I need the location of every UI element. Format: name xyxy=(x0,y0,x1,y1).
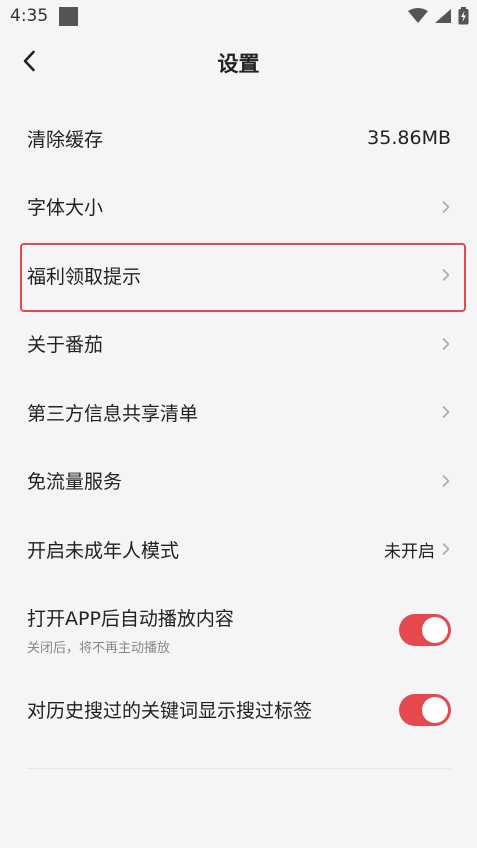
toggle-knob xyxy=(422,696,448,723)
minor-mode-right: 未开启 xyxy=(384,537,451,562)
status-icons xyxy=(408,7,469,25)
free-data-service-right xyxy=(441,473,451,489)
notification-icon xyxy=(59,7,78,26)
status-time: 4:35 xyxy=(10,6,49,26)
about-right xyxy=(441,336,451,352)
about-row[interactable]: 关于番茄 xyxy=(0,310,477,379)
search-history-tags-row: 对历史搜过的关键词显示搜过标签 xyxy=(0,676,477,745)
search-history-tags-label: 对历史搜过的关键词显示搜过标签 xyxy=(27,700,313,723)
wifi-icon xyxy=(408,8,428,23)
free-data-service-row[interactable]: 免流量服务 xyxy=(0,447,477,516)
font-size-row[interactable]: 字体大小 xyxy=(0,173,477,242)
chevron-right-icon xyxy=(442,337,450,350)
cache-size-value: 35.86MB xyxy=(367,127,451,150)
clear-cache-right: 35.86MB xyxy=(367,127,451,149)
nav-bar: 设置 xyxy=(0,34,477,90)
welfare-reminder-label: 福利领取提示 xyxy=(27,265,142,288)
autoplay-right xyxy=(399,613,451,646)
autoplay-sublabel: 关闭后，将不再主动播放 xyxy=(27,640,171,656)
font-size-right xyxy=(441,199,451,215)
chevron-right-icon xyxy=(442,269,450,282)
third-party-list-right xyxy=(441,404,451,420)
settings-list: 清除缓存 35.86MB 字体大小 福利领取提示 关于番茄 第三方信息共享清单 xyxy=(0,104,477,744)
welfare-reminder-right xyxy=(441,267,451,283)
search-history-tags-right xyxy=(399,693,451,726)
third-party-list-label: 第三方信息共享清单 xyxy=(27,402,199,425)
battery-charging-icon xyxy=(458,7,469,25)
page-title: 设置 xyxy=(217,52,260,76)
autoplay-label: 打开APP后自动播放内容 xyxy=(27,607,234,630)
autoplay-text: 打开APP后自动播放内容 关闭后，将不再主动播放 xyxy=(27,604,234,656)
clear-cache-label: 清除缓存 xyxy=(27,128,104,151)
chevron-right-icon xyxy=(442,200,450,213)
signal-icon xyxy=(435,9,451,23)
toggle-knob xyxy=(422,616,448,643)
autoplay-toggle[interactable] xyxy=(399,613,451,646)
minor-mode-label: 开启未成年人模式 xyxy=(27,539,180,562)
third-party-list-row[interactable]: 第三方信息共享清单 xyxy=(0,378,477,447)
chevron-right-icon xyxy=(442,406,450,419)
chevron-right-icon xyxy=(442,474,450,487)
clear-cache-row[interactable]: 清除缓存 35.86MB xyxy=(0,104,477,173)
status-bar: 4:35 xyxy=(0,0,477,34)
search-history-tags-toggle[interactable] xyxy=(399,693,451,726)
autoplay-row: 打开APP后自动播放内容 关闭后，将不再主动播放 xyxy=(0,584,477,676)
minor-mode-row[interactable]: 开启未成年人模式 未开启 xyxy=(0,515,477,584)
chevron-right-icon xyxy=(442,543,450,556)
divider xyxy=(27,768,451,769)
minor-mode-status: 未开启 xyxy=(384,541,435,562)
about-label: 关于番茄 xyxy=(27,334,104,357)
free-data-service-label: 免流量服务 xyxy=(27,471,123,494)
font-size-label: 字体大小 xyxy=(27,197,104,220)
welfare-reminder-row[interactable]: 福利领取提示 xyxy=(0,241,477,310)
